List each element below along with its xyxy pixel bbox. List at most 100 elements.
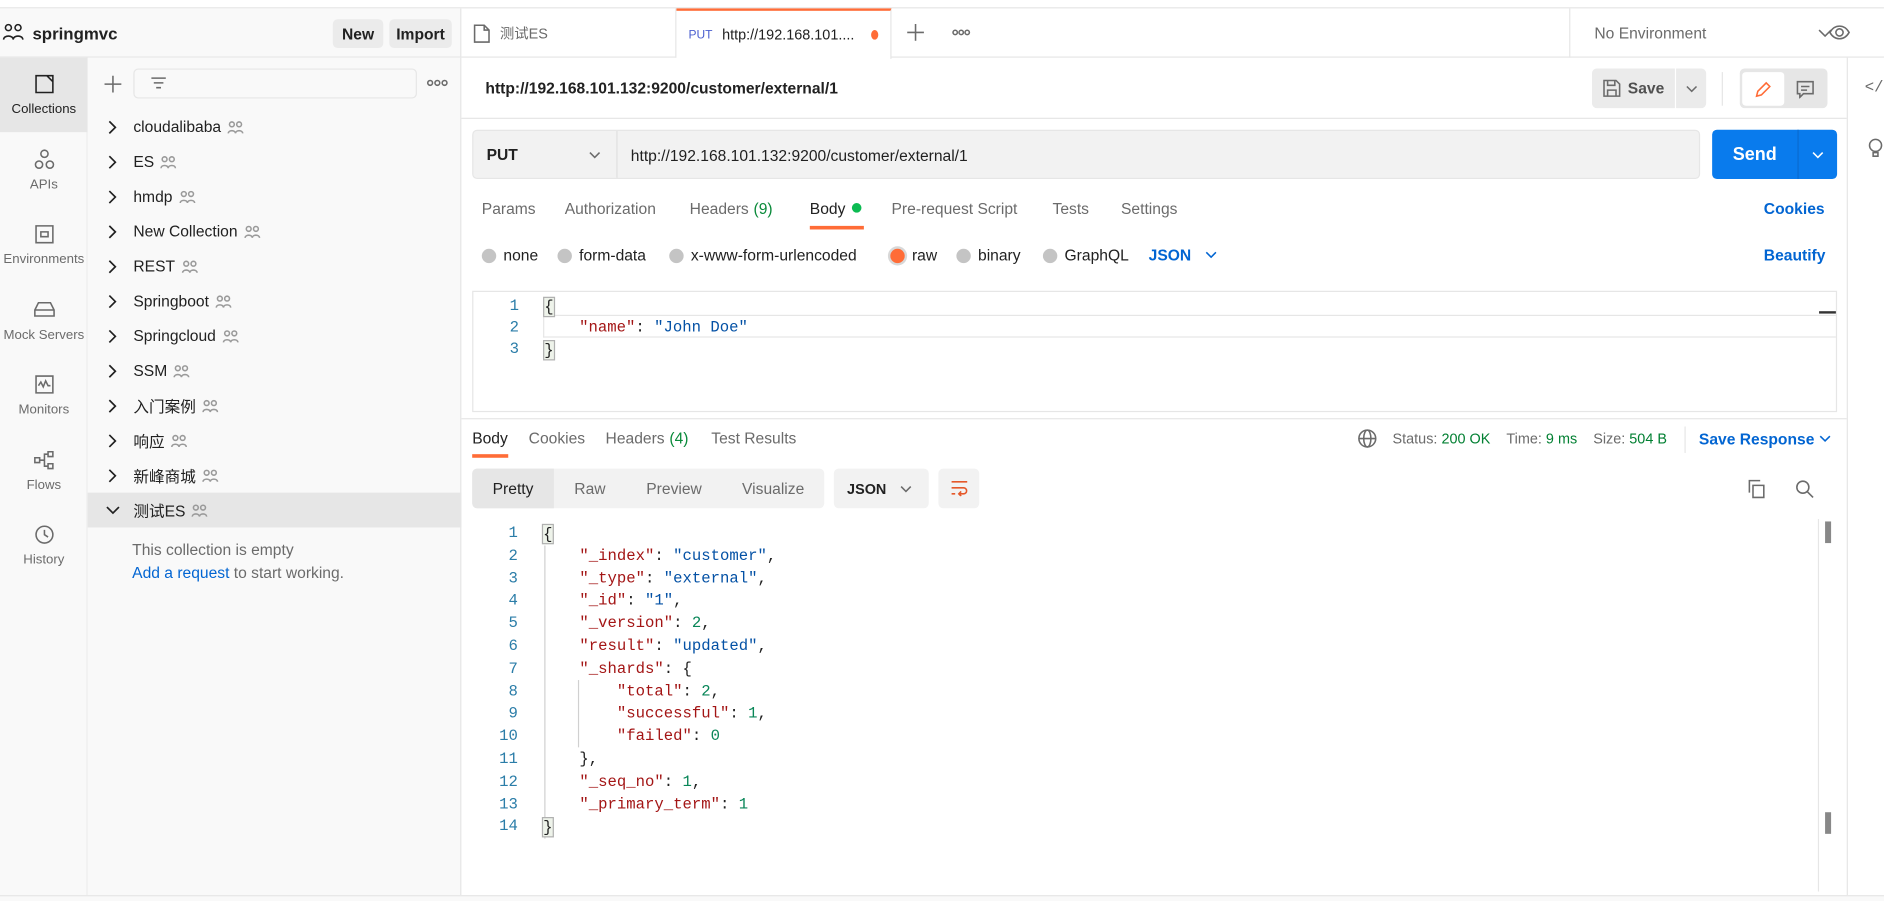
send-button[interactable]: Send [1712, 130, 1797, 179]
radio-button[interactable] [890, 248, 905, 264]
collection-item[interactable]: New Collection [88, 214, 462, 249]
radio-button[interactable] [956, 248, 971, 264]
add-request-link[interactable]: Add a request [132, 564, 229, 582]
collection-item[interactable]: REST [88, 249, 462, 284]
collection-item[interactable]: Springcloud [88, 318, 462, 353]
new-tab-icon[interactable] [907, 24, 924, 41]
collection-item[interactable]: 新峰商城 [88, 458, 462, 493]
collection-item[interactable]: ES [88, 144, 462, 179]
send-options-button[interactable] [1797, 129, 1837, 180]
save-response-button[interactable]: Save Response [1699, 430, 1814, 448]
method-select[interactable]: PUT [473, 130, 618, 178]
more-options-icon[interactable] [426, 79, 449, 87]
chevron-right-icon[interactable] [88, 329, 134, 343]
sidebar-item-apis[interactable]: APIs [0, 133, 88, 207]
body-mode-GraphQL[interactable]: GraphQL [1042, 246, 1129, 264]
tab-body[interactable]: Body [810, 199, 862, 217]
sidebar-item-flows[interactable]: Flows [0, 433, 88, 507]
collection-item[interactable]: Springboot [88, 284, 462, 319]
new-button[interactable]: New [332, 19, 384, 49]
view-mode-visualize[interactable]: Visualize [722, 469, 824, 509]
tab-tests[interactable]: Tests [1053, 199, 1089, 217]
radio-button[interactable] [557, 248, 572, 264]
chevron-right-icon[interactable] [88, 224, 134, 238]
comments-icon[interactable] [1796, 80, 1814, 99]
import-button[interactable]: Import [389, 19, 452, 49]
response-tab-cookies[interactable]: Cookies [529, 429, 585, 447]
response-tab-headers[interactable]: Headers (4) [606, 429, 689, 447]
body-mode-form-data[interactable]: form-data [557, 246, 646, 264]
pane-divider[interactable] [461, 418, 1847, 420]
environment-quick-look-icon[interactable] [1828, 24, 1851, 41]
code-snippet-icon[interactable]: </ [1865, 78, 1884, 96]
collection-item[interactable]: 入门案例 [88, 388, 462, 423]
time-value[interactable]: 9 ms [1546, 430, 1577, 447]
collection-item[interactable]: cloudalibaba [88, 109, 462, 144]
tab-settings[interactable]: Settings [1121, 199, 1177, 217]
body-language-select[interactable]: JSON [1149, 246, 1192, 264]
sidebar-item-mock-servers[interactable]: Mock Servers [0, 283, 88, 357]
radio-button[interactable] [481, 248, 497, 264]
workspace-name[interactable]: springmvc [32, 24, 117, 43]
request-title[interactable]: http://192.168.101.132:9200/customer/ext… [485, 79, 838, 97]
chevron-right-icon[interactable] [88, 259, 134, 273]
body-mode-raw[interactable]: raw [890, 246, 937, 264]
radio-button[interactable] [1042, 248, 1058, 264]
body-mode-x-www-form-urlencoded[interactable]: x-www-form-urlencoded [669, 246, 857, 264]
chevron-right-icon[interactable] [88, 363, 134, 378]
body-mode-binary[interactable]: binary [956, 246, 1021, 264]
view-mode-preview[interactable]: Preview [626, 469, 722, 509]
tab-headers[interactable]: Headers (9) [690, 199, 773, 217]
collection-item[interactable]: 测试ES [87, 492, 462, 528]
tab-params[interactable]: Params [482, 199, 536, 217]
size-value[interactable]: 504 B [1629, 430, 1667, 447]
save-button[interactable]: Save [1591, 68, 1675, 109]
response-tab-test-results[interactable]: Test Results [711, 429, 796, 447]
collection-item[interactable]: SSM [88, 353, 462, 388]
response-body-viewer[interactable]: 1 {2 "_index": "customer", 3 "_type": "ext… [472, 519, 1837, 892]
environment-selector[interactable]: No Environment [1569, 8, 1845, 58]
save-options-button[interactable] [1676, 68, 1707, 109]
response-tab-body[interactable]: Body [472, 429, 508, 447]
body-mode-none[interactable]: none [481, 246, 538, 264]
radio-button[interactable] [669, 248, 684, 264]
chevron-down-icon[interactable] [1819, 435, 1831, 443]
sidebar-item-history[interactable]: History [0, 508, 88, 582]
wrap-lines-button[interactable] [938, 468, 980, 509]
chevron-right-icon[interactable] [88, 398, 134, 413]
beautify-button[interactable]: Beautify [1764, 246, 1826, 264]
request-body-editor[interactable]: 1 2 3 { "name": "John Doe" } [472, 290, 1838, 413]
collection-item[interactable]: hmdp [88, 179, 462, 214]
tab-pre-request-script[interactable]: Pre-request Script [892, 199, 1018, 217]
search-icon[interactable] [1795, 479, 1814, 498]
add-collection-icon[interactable] [103, 74, 122, 93]
cookies-link[interactable]: Cookies [1764, 199, 1825, 217]
url-input[interactable]: http://192.168.101.132:9200/customer/ext… [631, 147, 968, 165]
filter-input[interactable] [133, 68, 417, 99]
copy-icon[interactable] [1747, 479, 1766, 499]
view-mode-raw[interactable]: Raw [554, 469, 626, 509]
tab-authorization[interactable]: Authorization [565, 199, 656, 217]
scrollbar-track[interactable] [1817, 519, 1820, 892]
sidebar-item-monitors[interactable]: Monitors [0, 358, 88, 432]
chevron-right-icon[interactable] [88, 468, 134, 482]
chevron-right-icon[interactable] [88, 189, 134, 204]
tab-options-icon[interactable] [952, 29, 971, 36]
chevron-right-icon[interactable] [88, 294, 134, 308]
collection-item[interactable]: 响应 [88, 423, 462, 458]
tab-collection[interactable]: 测试ES [461, 8, 677, 58]
response-format-select[interactable]: JSON [833, 468, 929, 509]
lightbulb-icon[interactable] [1865, 137, 1884, 159]
edit-mode-button[interactable] [1742, 72, 1785, 106]
chevron-right-icon[interactable] [88, 120, 134, 134]
chevron-down-icon[interactable] [88, 505, 134, 515]
sidebar-item-environments[interactable]: Environments [0, 208, 88, 282]
chevron-down-icon[interactable] [1205, 251, 1217, 259]
tab-active-request[interactable]: PUT http://192.168.101.... [676, 8, 892, 59]
view-mode-pretty[interactable]: Pretty [472, 468, 554, 509]
globe-icon[interactable] [1358, 429, 1377, 448]
chevron-right-icon[interactable] [88, 154, 134, 169]
sidebar-item-collections[interactable]: Collections [0, 57, 88, 133]
chevron-right-icon[interactable] [88, 433, 134, 447]
status-value[interactable]: 200 OK [1441, 430, 1490, 447]
